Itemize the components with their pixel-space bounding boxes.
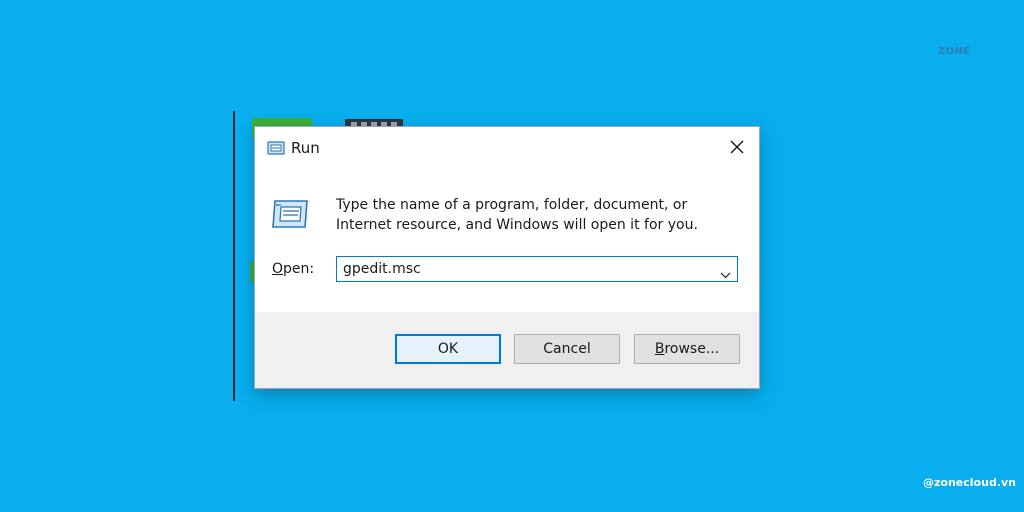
watermark-logo: ZONE <box>938 46 971 57</box>
chevron-down-icon[interactable] <box>720 264 731 283</box>
browse-button[interactable]: Browse... <box>634 334 740 364</box>
run-dialog: Run Type the name of a program, folder, … <box>254 126 760 389</box>
watermark-handle: @zonecloud.vn <box>923 476 1016 489</box>
cancel-button[interactable]: Cancel <box>514 334 620 364</box>
ok-button[interactable]: OK <box>395 334 501 364</box>
close-icon <box>730 140 744 154</box>
run-icon <box>267 140 285 159</box>
dialog-title: Run <box>291 139 320 157</box>
open-combobox[interactable] <box>336 256 738 282</box>
run-icon <box>271 197 311 235</box>
open-label-text: pen: <box>283 261 315 277</box>
close-button[interactable] <box>717 130 757 164</box>
dialog-description: Type the name of a program, folder, docu… <box>336 197 698 233</box>
open-input[interactable] <box>343 259 703 279</box>
browse-accesskey: B <box>654 341 665 357</box>
button-bar: OK Cancel Browse... <box>255 312 759 388</box>
title-bar[interactable]: Run <box>255 127 759 167</box>
browse-label: rowse... <box>664 341 720 357</box>
open-label-accesskey: O <box>272 261 284 277</box>
desktop-edge-line <box>233 111 235 401</box>
open-label: Open: <box>272 261 314 277</box>
